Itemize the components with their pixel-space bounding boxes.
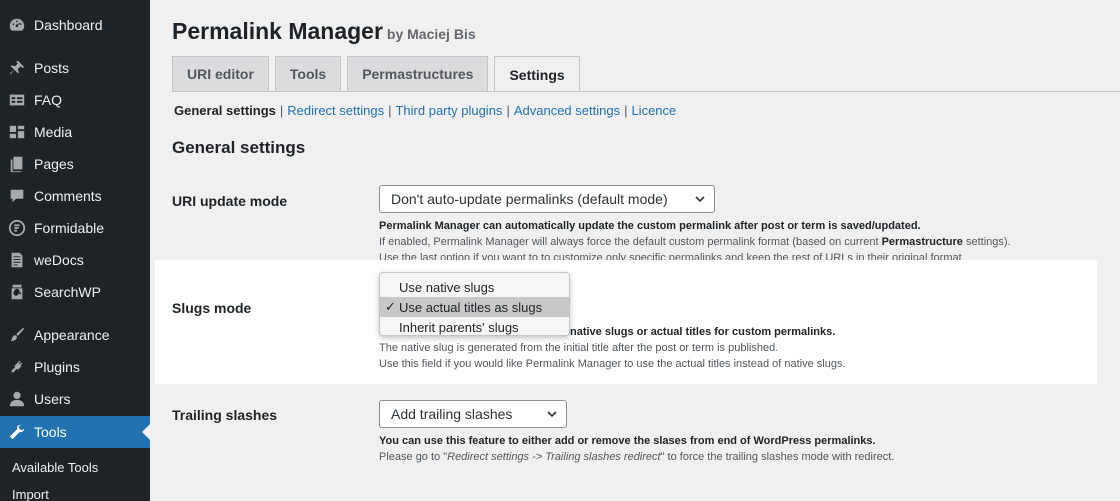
slugs-option-actual-titles[interactable]: ✓ Use actual titles as slugs [380, 297, 569, 317]
subnav-separator: | [506, 103, 510, 118]
sidebar-item-formidable[interactable]: Formidable [0, 212, 150, 244]
sidebar-item-label: Tools [34, 424, 67, 440]
desc-text: Please go to " [379, 451, 448, 463]
sidebar-item-faq[interactable]: FAQ [0, 84, 150, 116]
page-title: Permalink Manager by Maciej Bis [172, 18, 476, 45]
sidebar-item-label: Plugins [34, 359, 80, 375]
chevron-down-icon [695, 196, 705, 203]
sidebar-item-searchwp[interactable]: SearchWP [0, 276, 150, 308]
plug-icon [8, 358, 26, 376]
document-icon [8, 251, 26, 269]
sidebar-item-label: Users [34, 391, 71, 407]
desc-text: settings). [962, 236, 1011, 248]
tab-uri-editor[interactable]: URI editor [172, 56, 269, 91]
subnav-general-settings[interactable]: General settings [174, 103, 276, 118]
trailing-desc-line2: Please go to "Redirect settings -> Trail… [379, 449, 1099, 465]
brush-icon [8, 326, 26, 344]
sidebar-item-label: Posts [34, 60, 70, 76]
sidebar-item-label: Media [34, 124, 73, 140]
uri-update-mode-select[interactable]: Don't auto-update permalinks (default mo… [379, 185, 715, 213]
tab-tools[interactable]: Tools [274, 56, 342, 91]
slugs-option-inherit-parents[interactable]: Inherit parents' slugs [380, 317, 569, 337]
subnav-separator: | [624, 103, 628, 118]
sidebar-item-tools[interactable]: Tools [0, 416, 150, 448]
sidebar-item-label: Formidable [34, 220, 105, 236]
dashboard-icon [8, 16, 26, 34]
wrench-icon [8, 423, 26, 441]
slugs-mode-label: Slugs mode [172, 300, 252, 316]
uri-update-description: Permalink Manager can automatically upda… [379, 218, 1099, 266]
slugs-mode-dropdown[interactable]: Use native slugs ✓ Use actual titles as s… [379, 272, 570, 336]
desc-text: " to force the trailing slashes mode wit… [660, 451, 895, 463]
sidebar-item-label: Pages [34, 156, 74, 172]
searchwp-icon [8, 283, 26, 301]
section-title: General settings [172, 138, 306, 157]
check-icon: ✓ [385, 299, 396, 314]
comment-icon [8, 187, 26, 205]
sidebar-item-plugins[interactable]: Plugins [0, 351, 150, 383]
sidebar-item-label: FAQ [34, 92, 63, 108]
sidebar-item-wedocs[interactable]: weDocs [0, 244, 150, 276]
uri-update-desc-line1: Permalink Manager can automatically upda… [379, 220, 921, 232]
subnav-licence[interactable]: Licence [631, 103, 676, 118]
active-menu-arrow [142, 424, 150, 440]
settings-subnav: General settings | Redirect settings | T… [174, 103, 676, 118]
trailing-slashes-label: Trailing slashes [172, 407, 278, 423]
submenu-import[interactable]: Import [12, 487, 49, 501]
slugs-desc-line3: Use this field if you would like Permali… [379, 358, 846, 370]
nav-tabs: URI editor Tools Permastructures Setting… [172, 56, 580, 92]
subnav-redirect-settings[interactable]: Redirect settings [287, 103, 384, 118]
trailing-slashes-value: Add trailing slashes [391, 406, 513, 422]
sidebar-item-label: SearchWP [34, 284, 101, 300]
page-byline: by Maciej Bis [386, 26, 476, 42]
trailing-desc-line1: You can use this feature to either add o… [379, 435, 876, 447]
option-label: Use actual titles as slugs [399, 299, 543, 315]
user-icon [8, 390, 26, 408]
sidebar-item-label: Dashboard [34, 17, 103, 33]
sidebar-item-label: Comments [34, 188, 102, 204]
chevron-down-icon [547, 411, 557, 418]
admin-sidebar: Dashboard Posts FAQ Media Pages Comments… [0, 0, 150, 501]
desc-text: If enabled, Permalink Manager will alway… [379, 236, 882, 248]
sidebar-item-label: Appearance [34, 327, 110, 343]
sidebar-item-users[interactable]: Users [0, 383, 150, 415]
tabs-divider [172, 91, 1120, 92]
desc-bold: Permastructure [881, 236, 963, 248]
sidebar-item-label: weDocs [34, 252, 84, 268]
page-title-text: Permalink Manager [172, 18, 383, 44]
sidebar-item-pages[interactable]: Pages [0, 148, 150, 180]
faq-icon [8, 91, 26, 109]
sidebar-item-media[interactable]: Media [0, 116, 150, 148]
uri-update-mode-value: Don't auto-update permalinks (default mo… [391, 191, 668, 207]
sidebar-item-appearance[interactable]: Appearance [0, 319, 150, 351]
trailing-slashes-select[interactable]: Add trailing slashes [379, 400, 567, 428]
desc-italic: Redirect settings -> Trailing slashes re… [447, 451, 661, 463]
subnav-third-party-plugins[interactable]: Third party plugins [395, 103, 502, 118]
subnav-advanced-settings[interactable]: Advanced settings [514, 103, 620, 118]
tab-permastructures[interactable]: Permastructures [347, 56, 489, 91]
subnav-separator: | [279, 103, 284, 118]
slugs-desc-line2: The native slug is generated from the in… [379, 342, 779, 354]
uri-update-mode-label: URI update mode [172, 193, 288, 209]
media-icon [8, 123, 26, 141]
sidebar-item-dashboard[interactable]: Dashboard [0, 9, 150, 41]
subnav-separator: | [388, 103, 392, 118]
trailing-slashes-description: You can use this feature to either add o… [379, 433, 1099, 465]
tab-settings[interactable]: Settings [494, 56, 580, 92]
pages-icon [8, 155, 26, 173]
uri-update-desc-line2: If enabled, Permalink Manager will alway… [379, 234, 1099, 250]
submenu-available-tools[interactable]: Available Tools [12, 460, 98, 475]
pin-icon [8, 59, 26, 77]
sidebar-item-comments[interactable]: Comments [0, 180, 150, 212]
formidable-icon [8, 219, 26, 237]
slugs-option-native[interactable]: Use native slugs [380, 277, 569, 297]
sidebar-item-posts[interactable]: Posts [0, 52, 150, 84]
